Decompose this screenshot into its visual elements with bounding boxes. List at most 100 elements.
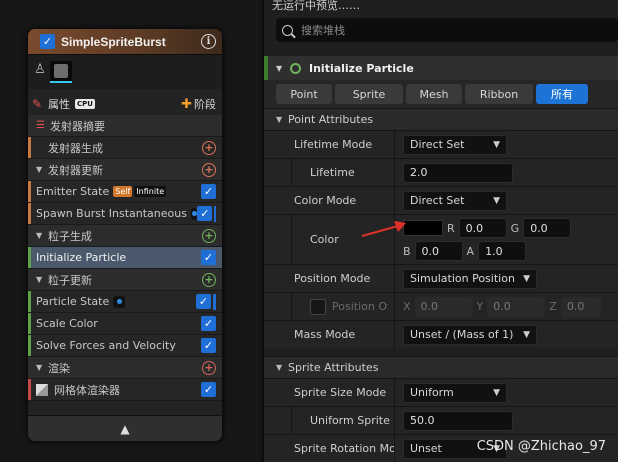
search-input[interactable]: 搜索堆栈	[276, 18, 618, 42]
module-row-spawn-burst[interactable]: Spawn Burst Instantaneous	[28, 203, 222, 225]
emitter-enabled-checkbox[interactable]	[40, 34, 55, 49]
filter-point[interactable]: Point	[276, 84, 332, 104]
add-renderer-icon[interactable]: +	[202, 360, 216, 375]
search-placeholder: 搜索堆栈	[301, 24, 345, 37]
module-enabled-checkbox[interactable]	[201, 250, 216, 265]
add-module-icon[interactable]: +	[202, 162, 216, 177]
mass-mode-dropdown[interactable]: Unset / (Mass of 1) ▼	[403, 324, 537, 345]
info-icon[interactable]: i	[201, 34, 216, 49]
module-row-emitter-state[interactable]: Emitter State Self Infinite	[28, 181, 222, 203]
uniform-sprite-size-input[interactable]: 50.0	[403, 410, 513, 431]
module-enabled-checkbox[interactable]	[201, 316, 216, 331]
emitter-thumbs: ♙	[28, 55, 222, 89]
add-module-icon[interactable]: +	[202, 140, 216, 155]
collapse-icon[interactable]: ▼	[36, 275, 48, 284]
chevron-down-icon: ▼	[523, 329, 530, 340]
category-sprite-attributes[interactable]: ▼ Sprite Attributes	[264, 356, 618, 378]
emitter-summary-row[interactable]: ☰ 发射器摘要	[28, 115, 222, 137]
chevron-down-icon: ▼	[493, 195, 500, 206]
color-a-input[interactable]: 1.0	[478, 241, 527, 261]
filter-ribbon[interactable]: Ribbon	[465, 84, 533, 104]
filter-mesh[interactable]: Mesh	[406, 84, 462, 104]
section-title: Initialize Particle	[309, 61, 414, 75]
cpu-badge: CPU	[75, 99, 95, 109]
sprite-size-mode-dropdown[interactable]: Uniform ▼	[403, 382, 507, 403]
watermark: CSDN @Zhichao_97	[476, 439, 606, 454]
module-row-scale-color[interactable]: Scale Color	[28, 313, 222, 335]
person-icon[interactable]: ♙	[34, 62, 46, 82]
add-stage-icon[interactable]: ✚	[181, 97, 192, 112]
lifetime-input[interactable]: 2.0	[403, 162, 513, 183]
particle-update-row[interactable]: ▼ 粒子更新 +	[28, 269, 222, 291]
preview-status: 无运行中预览……	[272, 0, 360, 12]
module-enabled-checkbox[interactable]	[196, 294, 211, 309]
emitter-node[interactable]: SimpleSpriteBurst i ♙ ✎ 属性 CPU ✚ 阶段 ☰ 发射…	[27, 28, 223, 442]
prop-position-mode: Position Mode Simulation Position ▼	[264, 264, 618, 292]
module-enabled-checkbox[interactable]	[201, 382, 216, 397]
lifetime-mode-dropdown[interactable]: Direct Set ▼	[403, 134, 507, 155]
prop-uniform-sprite-size: Uniform Sprite Size 50.0	[264, 406, 618, 434]
emitter-title: SimpleSpriteBurst	[61, 34, 166, 49]
module-section-header[interactable]: ▼ Initialize Particle	[264, 56, 618, 80]
emitter-spawn-row[interactable]: 发射器生成 +	[28, 137, 222, 159]
gpu-dot-icon	[113, 295, 126, 308]
module-enabled-checkbox[interactable]	[201, 184, 216, 199]
list-icon: ☰	[36, 120, 45, 131]
pencil-icon: ✎	[32, 97, 43, 111]
graph-area: SimpleSpriteBurst i ♙ ✎ 属性 CPU ✚ 阶段 ☰ 发射…	[0, 0, 258, 462]
render-row[interactable]: ▼ 渲染 +	[28, 357, 222, 379]
add-module-icon[interactable]: +	[202, 228, 216, 243]
tab-stage[interactable]: 阶段	[194, 96, 216, 112]
collapse-icon[interactable]: ▼	[276, 64, 288, 73]
prop-color: Color R 0.0 G 0.0 B 0.0 A 1.0	[264, 214, 618, 264]
collapse-icon[interactable]: ▼	[276, 363, 288, 372]
details-panel: 无运行中预览…… 搜索堆栈 ▼ Initialize Particle Poin…	[262, 0, 618, 462]
category-point-attributes[interactable]: ▼ Point Attributes	[264, 108, 618, 130]
filter-sprite[interactable]: Sprite	[335, 84, 403, 104]
particle-spawn-row[interactable]: ▼ 粒子生成 +	[28, 225, 222, 247]
position-offset-checkbox[interactable]	[310, 298, 326, 315]
emitter-update-row[interactable]: ▼ 发射器更新 +	[28, 159, 222, 181]
prop-lifetime: Lifetime 2.0	[264, 158, 618, 186]
stage-tabs: ✎ 属性 CPU ✚ 阶段	[28, 93, 222, 115]
prop-mass-mode: Mass Mode Unset / (Mass of 1) ▼	[264, 320, 618, 348]
module-status-icon	[290, 62, 301, 74]
infinite-badge: Infinite	[134, 186, 167, 197]
color-g-input[interactable]: 0.0	[523, 218, 572, 238]
collapse-icon[interactable]: ▼	[36, 363, 48, 372]
module-row-particle-state[interactable]: Particle State	[28, 291, 222, 313]
color-r-input[interactable]: 0.0	[458, 218, 507, 238]
module-row-initialize-particle[interactable]: Initialize Particle	[28, 247, 222, 269]
color-mode-dropdown[interactable]: Direct Set ▼	[403, 190, 507, 211]
prop-position-offset: Position Offset X 0.0 Y 0.0 Z 0.0	[264, 292, 618, 320]
offset-y-input: 0.0	[487, 296, 546, 317]
chevron-down-icon: ▼	[523, 273, 530, 284]
chevron-up-icon: ▲	[120, 421, 130, 436]
collapse-icon[interactable]: ▼	[36, 165, 48, 174]
prop-color-mode: Color Mode Direct Set ▼	[264, 186, 618, 214]
add-module-icon[interactable]: +	[202, 272, 216, 287]
collapse-node-button[interactable]: ▲	[28, 415, 222, 441]
prop-sprite-size-mode: Sprite Size Mode Uniform ▼	[264, 378, 618, 406]
sprite-thumbnail[interactable]	[50, 61, 72, 83]
prop-lifetime-mode: Lifetime Mode Direct Set ▼	[264, 130, 618, 158]
self-badge: Self	[113, 186, 133, 197]
collapse-icon[interactable]: ▼	[36, 231, 48, 240]
chevron-down-icon: ▼	[493, 139, 500, 150]
tab-attributes[interactable]: 属性	[48, 96, 70, 112]
module-row-mesh-renderer[interactable]: 网格体渲染器	[28, 379, 222, 401]
color-b-input[interactable]: 0.0	[414, 241, 463, 261]
red-annotation-arrow	[361, 221, 406, 237]
search-icon	[282, 24, 293, 36]
stack-body: ▼ Initialize Particle Point Sprite Mesh …	[264, 56, 618, 462]
filter-all[interactable]: 所有	[536, 84, 588, 104]
offset-z-input: 0.0	[560, 296, 601, 317]
mesh-icon	[36, 383, 48, 396]
module-enabled-checkbox[interactable]	[197, 206, 213, 221]
collapse-icon[interactable]: ▼	[276, 115, 288, 124]
offset-x-input: 0.0	[414, 296, 473, 317]
emitter-header[interactable]: SimpleSpriteBurst i	[28, 29, 222, 55]
module-enabled-checkbox[interactable]	[201, 338, 216, 353]
position-mode-dropdown[interactable]: Simulation Position ▼	[403, 268, 537, 289]
module-row-solve-forces[interactable]: Solve Forces and Velocity	[28, 335, 222, 357]
